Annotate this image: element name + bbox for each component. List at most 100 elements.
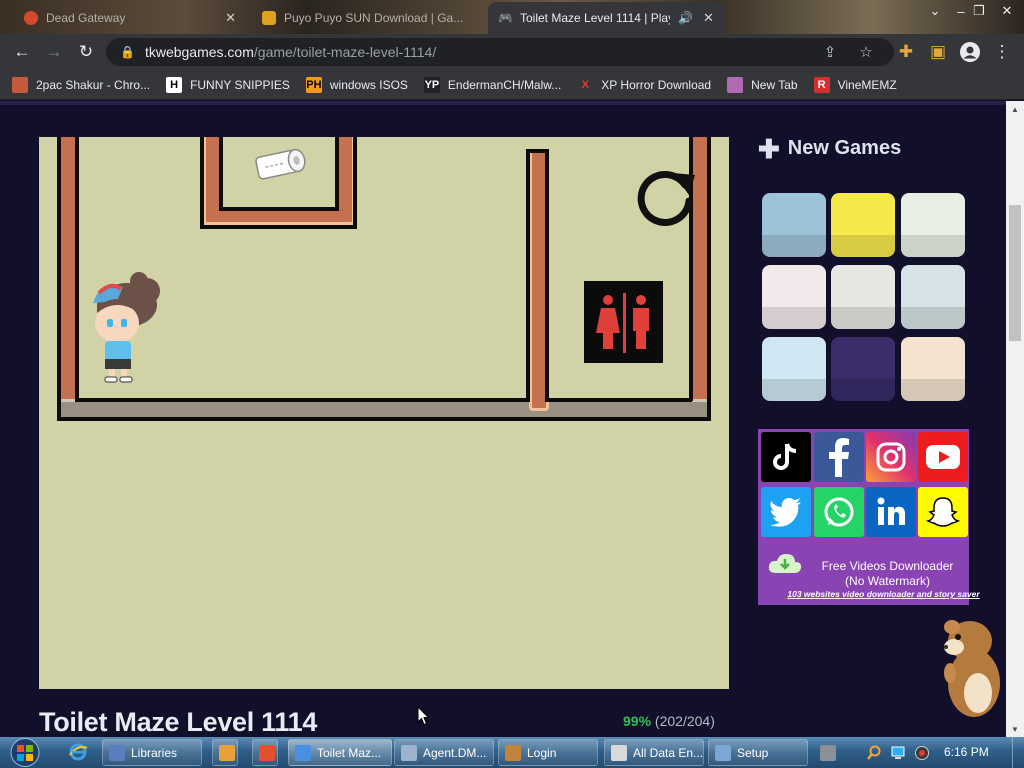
snapchat-icon[interactable] xyxy=(918,487,968,537)
start-orb-icon[interactable] xyxy=(6,737,44,768)
facebook-icon[interactable] xyxy=(814,432,864,482)
maze-line xyxy=(353,137,357,229)
bookmark-item[interactable]: PH windows ISOS xyxy=(305,76,408,93)
bookmark-item[interactable]: YP EndermanCH/Malw... xyxy=(423,76,561,93)
taskbar-button[interactable]: Toilet Maz... xyxy=(288,739,392,766)
bookmark-item[interactable]: X XP Horror Download xyxy=(577,77,712,93)
taskbar-app-icon xyxy=(259,744,275,761)
page-scrollbar[interactable]: ▲ ▼ xyxy=(1006,101,1024,737)
social-downloader-ad[interactable]: Free Videos Downloader (No Watermark) 10… xyxy=(758,429,980,605)
maze-line xyxy=(219,137,223,211)
linkedin-icon[interactable] xyxy=(866,487,916,537)
restore-window-icon[interactable]: ❐ xyxy=(966,0,992,22)
scrollbar-thumb[interactable] xyxy=(1009,205,1021,341)
r-logo-icon: R xyxy=(813,76,830,93)
maze-line xyxy=(75,137,79,401)
taskbar-button-label: All Data En... xyxy=(633,745,703,760)
taskbar-clock[interactable]: 6:16 PM xyxy=(944,745,989,759)
taskbar-app-icon xyxy=(715,744,731,761)
tray-search-icon[interactable] xyxy=(866,745,882,761)
back-arrow-icon[interactable]: ← xyxy=(10,40,34,64)
taskbar-button[interactable]: Libraries xyxy=(102,739,202,766)
scroll-up-arrow-icon[interactable]: ▲ xyxy=(1006,101,1024,117)
share-icon[interactable]: ⇪ xyxy=(818,38,842,66)
game-thumbnail-hang-rope-game[interactable] xyxy=(901,337,965,401)
close-tab-icon[interactable]: ✕ xyxy=(703,10,714,26)
toilet-paper-icon[interactable] xyxy=(251,147,309,181)
game-thumbnail-slither-snake-game[interactable] xyxy=(831,337,895,401)
tab-toilet-maze[interactable]: 🎮 Toilet Maze Level 1114 | Play... 🔊 ✕ xyxy=(488,2,726,34)
maze-line xyxy=(200,225,357,229)
whatsapp-icon[interactable] xyxy=(814,487,864,537)
show-desktop-button[interactable] xyxy=(1012,737,1024,768)
taskbar-button-label: Agent.DM... xyxy=(423,745,487,760)
game-thumbnail-grenade-game[interactable] xyxy=(831,193,895,257)
profile-avatar-icon[interactable] xyxy=(958,40,982,64)
bookmarks-bar: 2pac Shakur - Chro... H FUNNY SNIPPIES PH wi… xyxy=(0,70,1024,100)
bookmark-star-icon[interactable]: ☆ xyxy=(854,38,878,66)
internet-explorer-icon[interactable] xyxy=(66,741,90,763)
game-thumbnail-toilet-maze-red-game[interactable] xyxy=(762,265,826,329)
side-panel-icon[interactable]: ▣ xyxy=(926,40,950,64)
twitter-icon[interactable] xyxy=(761,487,811,537)
thumbnail-shade xyxy=(762,379,826,401)
tab-dead-gateway[interactable]: Dead Gateway ✕ xyxy=(14,2,246,34)
game-canvas[interactable] xyxy=(39,137,729,689)
taskbar-button[interactable] xyxy=(252,739,278,766)
forward-arrow-icon[interactable]: → xyxy=(42,40,66,64)
taskbar-button-label: Toilet Maz... xyxy=(317,745,382,760)
reload-icon[interactable]: ↻ xyxy=(74,40,98,64)
browser-tab-strip: Dead Gateway ✕ Puyo Puyo SUN Download | … xyxy=(0,0,1024,34)
bookmark-item[interactable]: H FUNNY SNIPPIES xyxy=(166,76,290,93)
taskbar-button-label: Libraries xyxy=(131,745,178,760)
taskbar-button[interactable]: Login xyxy=(498,739,598,766)
bookmark-item[interactable]: R VineMEMZ xyxy=(813,76,897,93)
tab-search-icon[interactable]: ⌄ xyxy=(922,0,948,22)
volume-tray-icon[interactable] xyxy=(914,745,930,761)
boy-character-icon[interactable] xyxy=(87,267,163,385)
new-tab-icon xyxy=(727,76,744,93)
thumbnail-shade xyxy=(901,235,965,257)
scroll-down-arrow-icon[interactable]: ▼ xyxy=(1006,721,1024,737)
tab-puyo-puyo[interactable]: Puyo Puyo SUN Download | Ga... xyxy=(252,2,484,34)
maze-line xyxy=(75,398,529,402)
hamster-mascot-icon[interactable] xyxy=(932,613,1004,721)
ph-logo-icon: PH xyxy=(305,76,322,93)
restart-icon[interactable] xyxy=(635,165,699,229)
tray-app-icon[interactable] xyxy=(820,745,836,761)
maze-line xyxy=(335,137,339,211)
url-input[interactable]: 🔒 tkwebgames.com/game/toilet-maze-level-… xyxy=(106,38,894,66)
extensions-puzzle-icon[interactable]: ✚ xyxy=(894,40,918,64)
instagram-icon[interactable] xyxy=(866,432,916,482)
tab-title: Dead Gateway xyxy=(46,11,126,25)
bookmark-item[interactable]: New Tab xyxy=(727,76,798,93)
game-thumbnail-toilet-roll-game[interactable] xyxy=(901,193,965,257)
url-path: /game/toilet-maze-level-1114/ xyxy=(253,44,437,60)
close-window-icon[interactable]: ✕ xyxy=(994,0,1020,22)
thumbnail-shade xyxy=(901,379,965,401)
taskbar-button[interactable] xyxy=(212,739,238,766)
bookmark-label: VineMEMZ xyxy=(837,77,897,92)
ad-link[interactable]: 103 websites video downloader and story … xyxy=(778,589,989,599)
bookmark-label: XP Horror Download xyxy=(601,77,712,92)
thumbnail-shade xyxy=(831,235,895,257)
bookmark-item[interactable]: 2pac Shakur - Chro... xyxy=(12,76,150,93)
network-monitor-icon[interactable] xyxy=(890,745,906,761)
tiktok-icon[interactable] xyxy=(761,432,811,482)
close-tab-icon[interactable]: ✕ xyxy=(225,10,236,26)
game-thumbnail-draw-line-blue-game[interactable] xyxy=(901,265,965,329)
taskbar-app-icon xyxy=(611,744,627,761)
browser-menu-icon[interactable]: ⋮ xyxy=(990,40,1014,64)
rating-percent: 99% xyxy=(623,713,652,729)
maze-line xyxy=(219,207,337,211)
game-thumbnail-pixel-runner-game[interactable] xyxy=(762,337,826,401)
taskbar-button[interactable]: Agent.DM... xyxy=(394,739,494,766)
taskbar-button[interactable]: All Data En... xyxy=(604,739,704,766)
youtube-icon[interactable] xyxy=(918,432,968,482)
lock-icon[interactable]: 🔒 xyxy=(120,45,135,59)
taskbar-button[interactable]: Setup xyxy=(708,739,808,766)
speaker-icon[interactable]: 🔊 xyxy=(678,11,693,25)
tab-favicon-icon xyxy=(262,11,276,25)
game-thumbnail-draw-line-red-game[interactable] xyxy=(831,265,895,329)
game-thumbnail-girl-haircut-game[interactable] xyxy=(762,193,826,257)
